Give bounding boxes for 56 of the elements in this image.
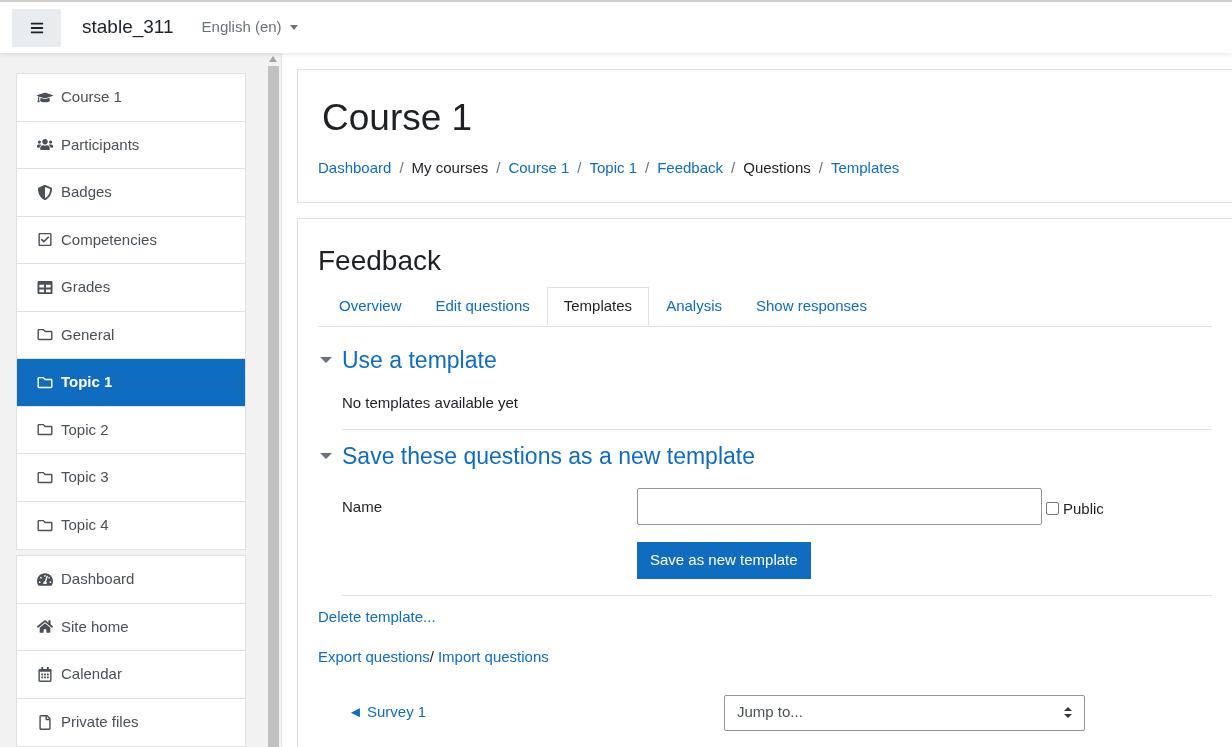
page-title: Course 1: [322, 96, 474, 140]
caret-icon[interactable]: [320, 452, 332, 461]
home-icon: [37, 619, 53, 635]
field-label: Name: [342, 496, 383, 517]
site-name[interactable]: stable_311: [82, 13, 174, 42]
menu-icon: [29, 20, 44, 35]
folder-icon: [37, 374, 53, 390]
table-icon: [37, 279, 53, 295]
calendar-icon: [37, 666, 53, 682]
folder-icon: [37, 469, 53, 485]
shield-icon: [37, 184, 53, 200]
breadcrumb-link[interactable]: Feedback: [657, 157, 724, 180]
name-input[interactable]: [637, 487, 1042, 525]
caret-icon: [289, 25, 298, 30]
breadcrumb-link[interactable]: Topic 1: [589, 157, 637, 180]
section-heading[interactable]: Use a template: [342, 343, 497, 378]
gauge-icon: [37, 571, 53, 587]
breadcrumb-link[interactable]: Dashboard: [318, 157, 392, 180]
breadcrumb-separator: /: [731, 158, 736, 179]
tab[interactable]: Templates: [546, 287, 650, 326]
section-title: Feedback: [318, 244, 442, 278]
link-separator: /: [429, 647, 434, 667]
breadcrumb-separator: /: [399, 158, 404, 179]
tab[interactable]: Edit questions: [418, 287, 547, 326]
caret-icon[interactable]: [320, 356, 332, 365]
breadcrumb-text: My courses: [411, 158, 489, 179]
tab[interactable]: Show responses: [739, 287, 884, 326]
people-icon: [37, 137, 53, 153]
menu-button[interactable]: [12, 8, 61, 47]
export-link[interactable]: Export questions: [318, 646, 430, 669]
checkbox-icon: [37, 232, 53, 248]
breadcrumb-separator: /: [818, 158, 823, 179]
breadcrumb-separator: /: [645, 158, 650, 179]
folder-icon: [37, 327, 53, 343]
section-heading[interactable]: Save these questions as a new template: [342, 439, 755, 474]
previous-activity-link[interactable]: ◄ Survey 1: [348, 701, 724, 724]
folder-icon: [37, 517, 53, 533]
import-link[interactable]: Import questions: [437, 646, 549, 669]
tab[interactable]: Overview: [322, 287, 419, 326]
delete-template-link[interactable]: Delete template...: [318, 607, 436, 625]
breadcrumb-text: Questions: [743, 158, 811, 179]
file-icon: [37, 714, 53, 730]
checkbox[interactable]: [1046, 502, 1059, 516]
sidebar-item[interactable]: Topic 1: [17, 359, 245, 407]
checkbox-label: Public: [1063, 498, 1104, 519]
breadcrumb-separator: /: [577, 158, 582, 179]
empty-message: No templates available yet: [342, 393, 518, 411]
folder-icon: [37, 422, 53, 438]
language-menu[interactable]: English (en): [201, 16, 298, 39]
sort-arrows-icon: [1064, 707, 1072, 718]
breadcrumb-link[interactable]: Templates: [830, 157, 900, 180]
jump-to-select[interactable]: Jump to...: [724, 694, 1085, 731]
tab[interactable]: Analysis: [649, 287, 739, 326]
breadcrumb-link[interactable]: Course 1: [508, 157, 570, 180]
breadcrumb-separator: /: [496, 158, 501, 179]
save-template-button[interactable]: Save as new template: [637, 541, 811, 579]
